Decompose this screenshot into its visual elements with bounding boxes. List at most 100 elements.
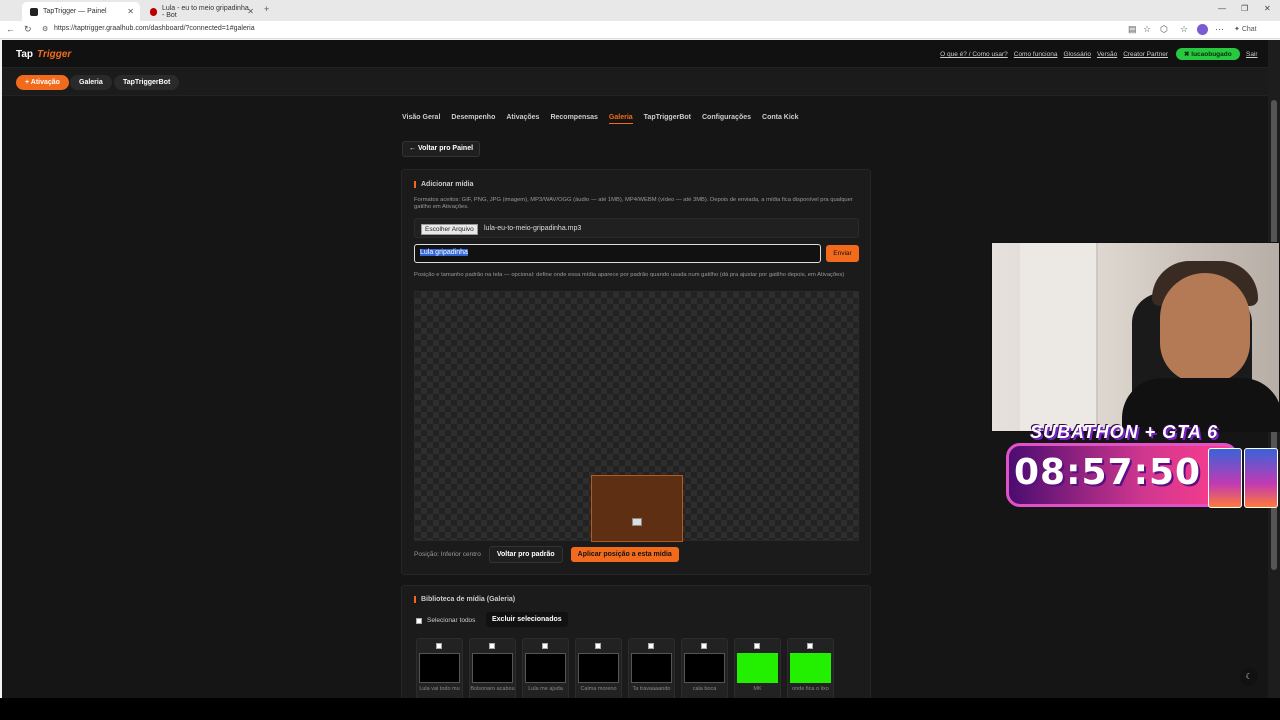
tab-conta-kick[interactable]: Conta Kick <box>762 114 799 124</box>
select-all-checkbox[interactable] <box>416 617 422 624</box>
reload-icon[interactable]: ↻ <box>24 24 32 35</box>
formats-hint: Formatos aceitos: GIF, PNG, JPG (imagem)… <box>414 197 853 210</box>
streamer-face <box>1160 273 1250 383</box>
media-name-input[interactable]: Lula gripadinha <box>414 244 821 263</box>
media-checkbox[interactable] <box>489 643 495 649</box>
subathon-title: SUBATHON + GTA 6 <box>1030 422 1219 442</box>
close-tab-icon[interactable]: ✕ <box>127 7 134 16</box>
link-o-que-e[interactable]: O que é? / Como usar? <box>940 51 1008 58</box>
close-window-icon[interactable]: ✕ <box>1264 4 1271 13</box>
site-info-icon[interactable]: ⚙ <box>42 25 48 33</box>
browser-tab-lula[interactable]: Lula - eu to meio gripadinha - Bot ✕ <box>142 2 260 21</box>
gallery-pill[interactable]: Galeria <box>70 75 112 90</box>
profile-avatar[interactable] <box>1197 24 1208 35</box>
subathon-timer: 08:57:50 <box>1014 452 1202 493</box>
link-versao[interactable]: Versão <box>1097 51 1117 58</box>
link-creator-partner[interactable]: Creator Partner <box>1123 51 1168 58</box>
theme-toggle-moon-icon[interactable]: ☾ <box>1240 668 1258 686</box>
link-como-funciona[interactable]: Como funciona <box>1014 51 1058 58</box>
media-checkbox[interactable] <box>542 643 548 649</box>
media-thumbnail <box>419 653 460 683</box>
more-menu-icon[interactable]: ⋯ <box>1215 24 1224 35</box>
media-checkbox[interactable] <box>701 643 707 649</box>
tab-label: TapTrigger — Painel <box>43 8 107 15</box>
logout-link[interactable]: Sair <box>1246 51 1258 58</box>
tab-configuracoes[interactable]: Configurações <box>702 114 751 124</box>
media-label: MK <box>753 686 762 692</box>
extension-icon[interactable]: ⬡ <box>1160 24 1168 35</box>
background-door <box>1020 243 1098 431</box>
close-tab-icon[interactable]: ✕ <box>247 7 254 16</box>
add-media-title: Adicionar mídia <box>414 181 474 188</box>
chat-label: Chat <box>1241 26 1257 33</box>
media-library-card: Biblioteca de mídia (Galeria) Selecionar… <box>401 585 871 698</box>
favorites-icon[interactable]: ☆ <box>1180 24 1188 35</box>
tab-galeria[interactable]: Galeria <box>608 114 633 124</box>
media-label: cala boca <box>692 686 717 692</box>
media-item[interactable]: cala boca <box>681 638 728 698</box>
media-checkbox[interactable] <box>807 643 813 649</box>
media-label: Calma moreno <box>580 686 617 692</box>
browser-tab-painel[interactable]: TapTrigger — Painel ✕ <box>22 2 140 21</box>
media-item[interactable]: onde fica o lixo <box>787 638 834 698</box>
file-name: lula-eu-to-meio-gripadinha.mp3 <box>484 225 582 232</box>
media-checkbox[interactable] <box>595 643 601 649</box>
media-thumbnail <box>631 653 672 683</box>
media-checkbox[interactable] <box>648 643 654 649</box>
position-controls: Posição: Inferior centro Voltar pro padr… <box>414 546 679 563</box>
tab-desempenho[interactable]: Desempenho <box>451 114 495 124</box>
top-links: O que é? / Como usar? Como funciona Glos… <box>940 51 1168 58</box>
username: lucaobugado <box>1191 51 1232 58</box>
position-hint: Posição e tamanho padrão na tela — opcio… <box>414 272 845 278</box>
add-media-card: Adicionar mídia Formatos aceitos: GIF, P… <box>401 169 871 575</box>
media-label: onde fica o lixo <box>792 686 829 692</box>
media-thumbnail <box>525 653 566 683</box>
media-label: Lula vai todo mu <box>419 686 460 692</box>
chat-button[interactable]: ✦ Chat <box>1234 25 1257 33</box>
top-nav: Tap Trigger O que é? / Como usar? Como fu… <box>2 40 1268 68</box>
media-item[interactable]: Lula vai todo mu <box>416 638 463 698</box>
reset-position-button[interactable]: Voltar pro padrão <box>488 546 563 563</box>
position-label: Posição: Inferior centro <box>414 551 481 558</box>
media-label: Lula me ajuda <box>528 686 563 692</box>
media-item[interactable]: Lula me ajuda <box>522 638 569 698</box>
media-checkbox[interactable] <box>754 643 760 649</box>
choose-file-button[interactable]: Escolher Arquivo <box>421 224 478 235</box>
add-activation-button[interactable]: + Ativação <box>16 75 69 90</box>
letterbox-bar <box>0 698 1280 720</box>
tab-recompensas[interactable]: Recompensas <box>550 114 597 124</box>
tab-visao-geral[interactable]: Visão Geral <box>402 114 440 124</box>
file-picker[interactable]: Escolher Arquivo lula-eu-to-meio-gripadi… <box>414 218 859 238</box>
media-thumbnail <box>684 653 725 683</box>
url-text[interactable]: https://taptrigger.graalhub.com/dashboar… <box>54 25 255 32</box>
delete-selected-button[interactable]: Excluir selecionados <box>486 612 568 627</box>
media-item[interactable]: MK <box>734 638 781 698</box>
tab-ativacoes[interactable]: Ativações <box>506 114 539 124</box>
send-button[interactable]: Enviar <box>826 245 859 262</box>
media-position-box[interactable] <box>591 475 683 542</box>
tab-label: Lula - eu to meio gripadinha - Bot <box>161 4 249 19</box>
media-item[interactable]: Calma moreno <box>575 638 622 698</box>
tab-taptriggerbot[interactable]: TapTriggerBot <box>644 114 691 124</box>
apply-position-button[interactable]: Aplicar posição a esta mídia <box>570 547 679 562</box>
logo-trigger: Trigger <box>37 49 72 60</box>
minimize-icon[interactable]: — <box>1218 4 1226 13</box>
maximize-icon[interactable]: ❐ <box>1241 4 1248 13</box>
user-badge[interactable]: ✖ lucaobugado <box>1176 48 1240 60</box>
logo-tap: Tap <box>16 49 34 60</box>
bookmark-star-icon[interactable]: ☆ <box>1143 24 1151 35</box>
back-arrow-icon[interactable]: ← <box>6 24 15 34</box>
bot-pill[interactable]: TapTriggerBot <box>114 75 180 90</box>
reader-icon[interactable]: ▤ <box>1128 24 1137 35</box>
media-item[interactable]: Bolsonaro acabou <box>469 638 516 698</box>
select-all[interactable]: Selecionar todos <box>416 617 475 624</box>
logo[interactable]: Tap Trigger <box>16 49 71 60</box>
link-glossario[interactable]: Glossário <box>1063 51 1090 58</box>
copilot-icon: ✦ <box>1234 26 1240 33</box>
taptrigger-favicon-icon <box>30 7 38 16</box>
media-checkbox[interactable] <box>436 643 442 649</box>
back-to-panel-button[interactable]: ← Voltar pro Painel <box>402 141 481 157</box>
position-canvas[interactable] <box>414 291 859 542</box>
media-item[interactable]: Ta travaaaando <box>628 638 675 698</box>
new-tab-icon[interactable]: + <box>264 4 269 14</box>
